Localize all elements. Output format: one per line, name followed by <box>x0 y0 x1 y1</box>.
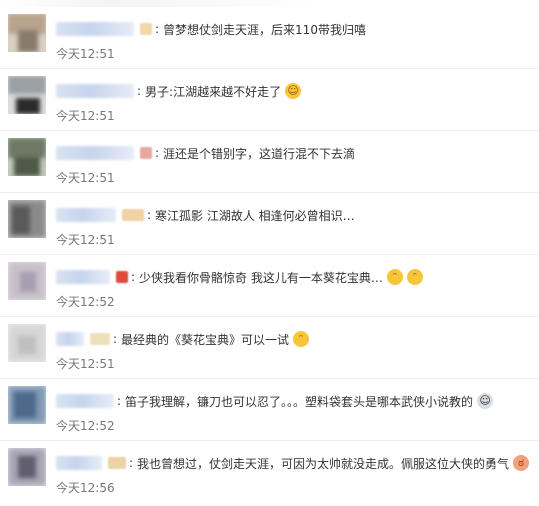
comment-item: : 我也曾想过，仗剑走天涯，可因为太帅就没走成。佩服这位大侠的勇气 ಠ 今天12… <box>0 441 539 503</box>
comment-item: : 最经典的《葵花宝典》可以一试 ᵔ 今天12:51 <box>0 317 539 379</box>
comment-text: 我也曾想过，仗剑走天涯，可因为太帅就没走成。佩服这位大侠的勇气 <box>137 456 510 471</box>
user-badge <box>140 147 152 159</box>
comment-time: 今天12:51 <box>56 109 115 123</box>
comment-header: : 寒江孤影 江湖故人 相逢何必曾相识… <box>56 206 355 224</box>
avatar[interactable] <box>8 386 46 424</box>
avatar[interactable] <box>8 200 46 238</box>
comment-time: 今天12:52 <box>56 419 115 433</box>
colon: : <box>113 332 118 346</box>
comment-text: 男子:江湖越来越不好走了 <box>145 84 282 99</box>
avatar[interactable] <box>8 324 46 362</box>
comment-item: : 少侠我看你骨骼惊奇 我这儿有一本葵花宝典… ᵔ ᵔ 今天12:52 <box>0 255 539 317</box>
colon: : <box>155 22 160 36</box>
colon: : <box>147 208 152 222</box>
avatar[interactable] <box>8 448 46 486</box>
comment-text: 少侠我看你骨骼惊奇 我这儿有一本葵花宝典… <box>139 270 383 285</box>
colon: : <box>131 270 136 284</box>
comment-text: 最经典的《葵花宝典》可以一试 <box>121 332 290 347</box>
comment-text: 笛子我理解，镰刀也可以忍了。。。塑料袋套头是哪本武侠小说教的 <box>125 394 474 409</box>
username-redacted[interactable] <box>56 22 134 36</box>
comment-header: : 最经典的《葵花宝典》可以一试 ᵔ <box>56 330 310 348</box>
comment-header: : 涯还是个错别字，这道行混不下去滴 <box>56 144 355 162</box>
comment-time: 今天12:52 <box>56 295 115 309</box>
comment-time: 今天12:51 <box>56 47 115 61</box>
comment-time: 今天12:51 <box>56 357 115 371</box>
username-redacted[interactable] <box>56 394 114 408</box>
username-redacted[interactable] <box>56 332 84 346</box>
user-badge <box>122 209 144 221</box>
username-redacted[interactable] <box>56 270 110 284</box>
doge-icon: ᵔ <box>386 269 403 285</box>
user-badge <box>108 457 126 469</box>
comment-item: : 寒江孤影 江湖故人 相逢何必曾相识… 今天12:51 <box>0 193 539 255</box>
comment-header: : 少侠我看你骨骼惊奇 我这儿有一本葵花宝典… ᵔ ᵔ <box>56 268 423 286</box>
colon: : <box>155 146 160 160</box>
avatar[interactable] <box>8 138 46 176</box>
rage-icon: ಠ <box>513 455 530 471</box>
user-badge <box>90 333 110 345</box>
comment-header: : 我也曾想过，仗剑走天涯，可因为太帅就没走成。佩服这位大侠的勇气 ಠ <box>56 454 530 472</box>
doge-icon: ᵔ <box>406 269 423 285</box>
username-redacted[interactable] <box>56 456 102 470</box>
user-badge <box>116 271 128 283</box>
avatar[interactable] <box>8 14 46 52</box>
comment-header: : 男子:江湖越来越不好走了 ☺ <box>56 82 302 100</box>
face-icon: ☺ <box>285 83 302 99</box>
comment-item: : 涯还是个错别字，这道行混不下去滴 今天12:51 <box>0 131 539 193</box>
colon: : <box>129 456 134 470</box>
username-redacted[interactable] <box>56 146 134 160</box>
comment-list: : 曾梦想仗剑走天涯，后来110带我归嘻 今天12:51 : 男子:江湖越来越不… <box>0 0 539 506</box>
laugh-icon: ☺ <box>477 393 494 409</box>
colon: : <box>117 394 122 408</box>
comment-text: 寒江孤影 江湖故人 相逢何必曾相识… <box>155 208 355 223</box>
colon: : <box>137 84 142 98</box>
comment-item: : 男子:江湖越来越不好走了 ☺ 今天12:51 <box>0 69 539 131</box>
doge-icon: ᵔ <box>293 331 310 347</box>
avatar[interactable] <box>8 76 46 114</box>
comment-item: : 曾梦想仗剑走天涯，后来110带我归嘻 今天12:51 <box>0 7 539 69</box>
username-redacted[interactable] <box>56 84 134 98</box>
username-redacted[interactable] <box>56 208 116 222</box>
comment-time: 今天12:56 <box>56 481 115 495</box>
comment-time: 今天12:51 <box>56 233 115 247</box>
comment-header: : 笛子我理解，镰刀也可以忍了。。。塑料袋套头是哪本武侠小说教的 ☺ <box>56 392 494 410</box>
comment-time: 今天12:51 <box>56 171 115 185</box>
comment-item: : 笛子我理解，镰刀也可以忍了。。。塑料袋套头是哪本武侠小说教的 ☺ 今天12:… <box>0 379 539 441</box>
comment-text: 涯还是个错别字，这道行混不下去滴 <box>163 146 356 161</box>
avatar[interactable] <box>8 262 46 300</box>
comment-text: 曾梦想仗剑走天涯，后来110带我归嘻 <box>163 22 366 37</box>
comment-header: : 曾梦想仗剑走天涯，后来110带我归嘻 <box>56 20 366 38</box>
user-badge <box>140 23 152 35</box>
